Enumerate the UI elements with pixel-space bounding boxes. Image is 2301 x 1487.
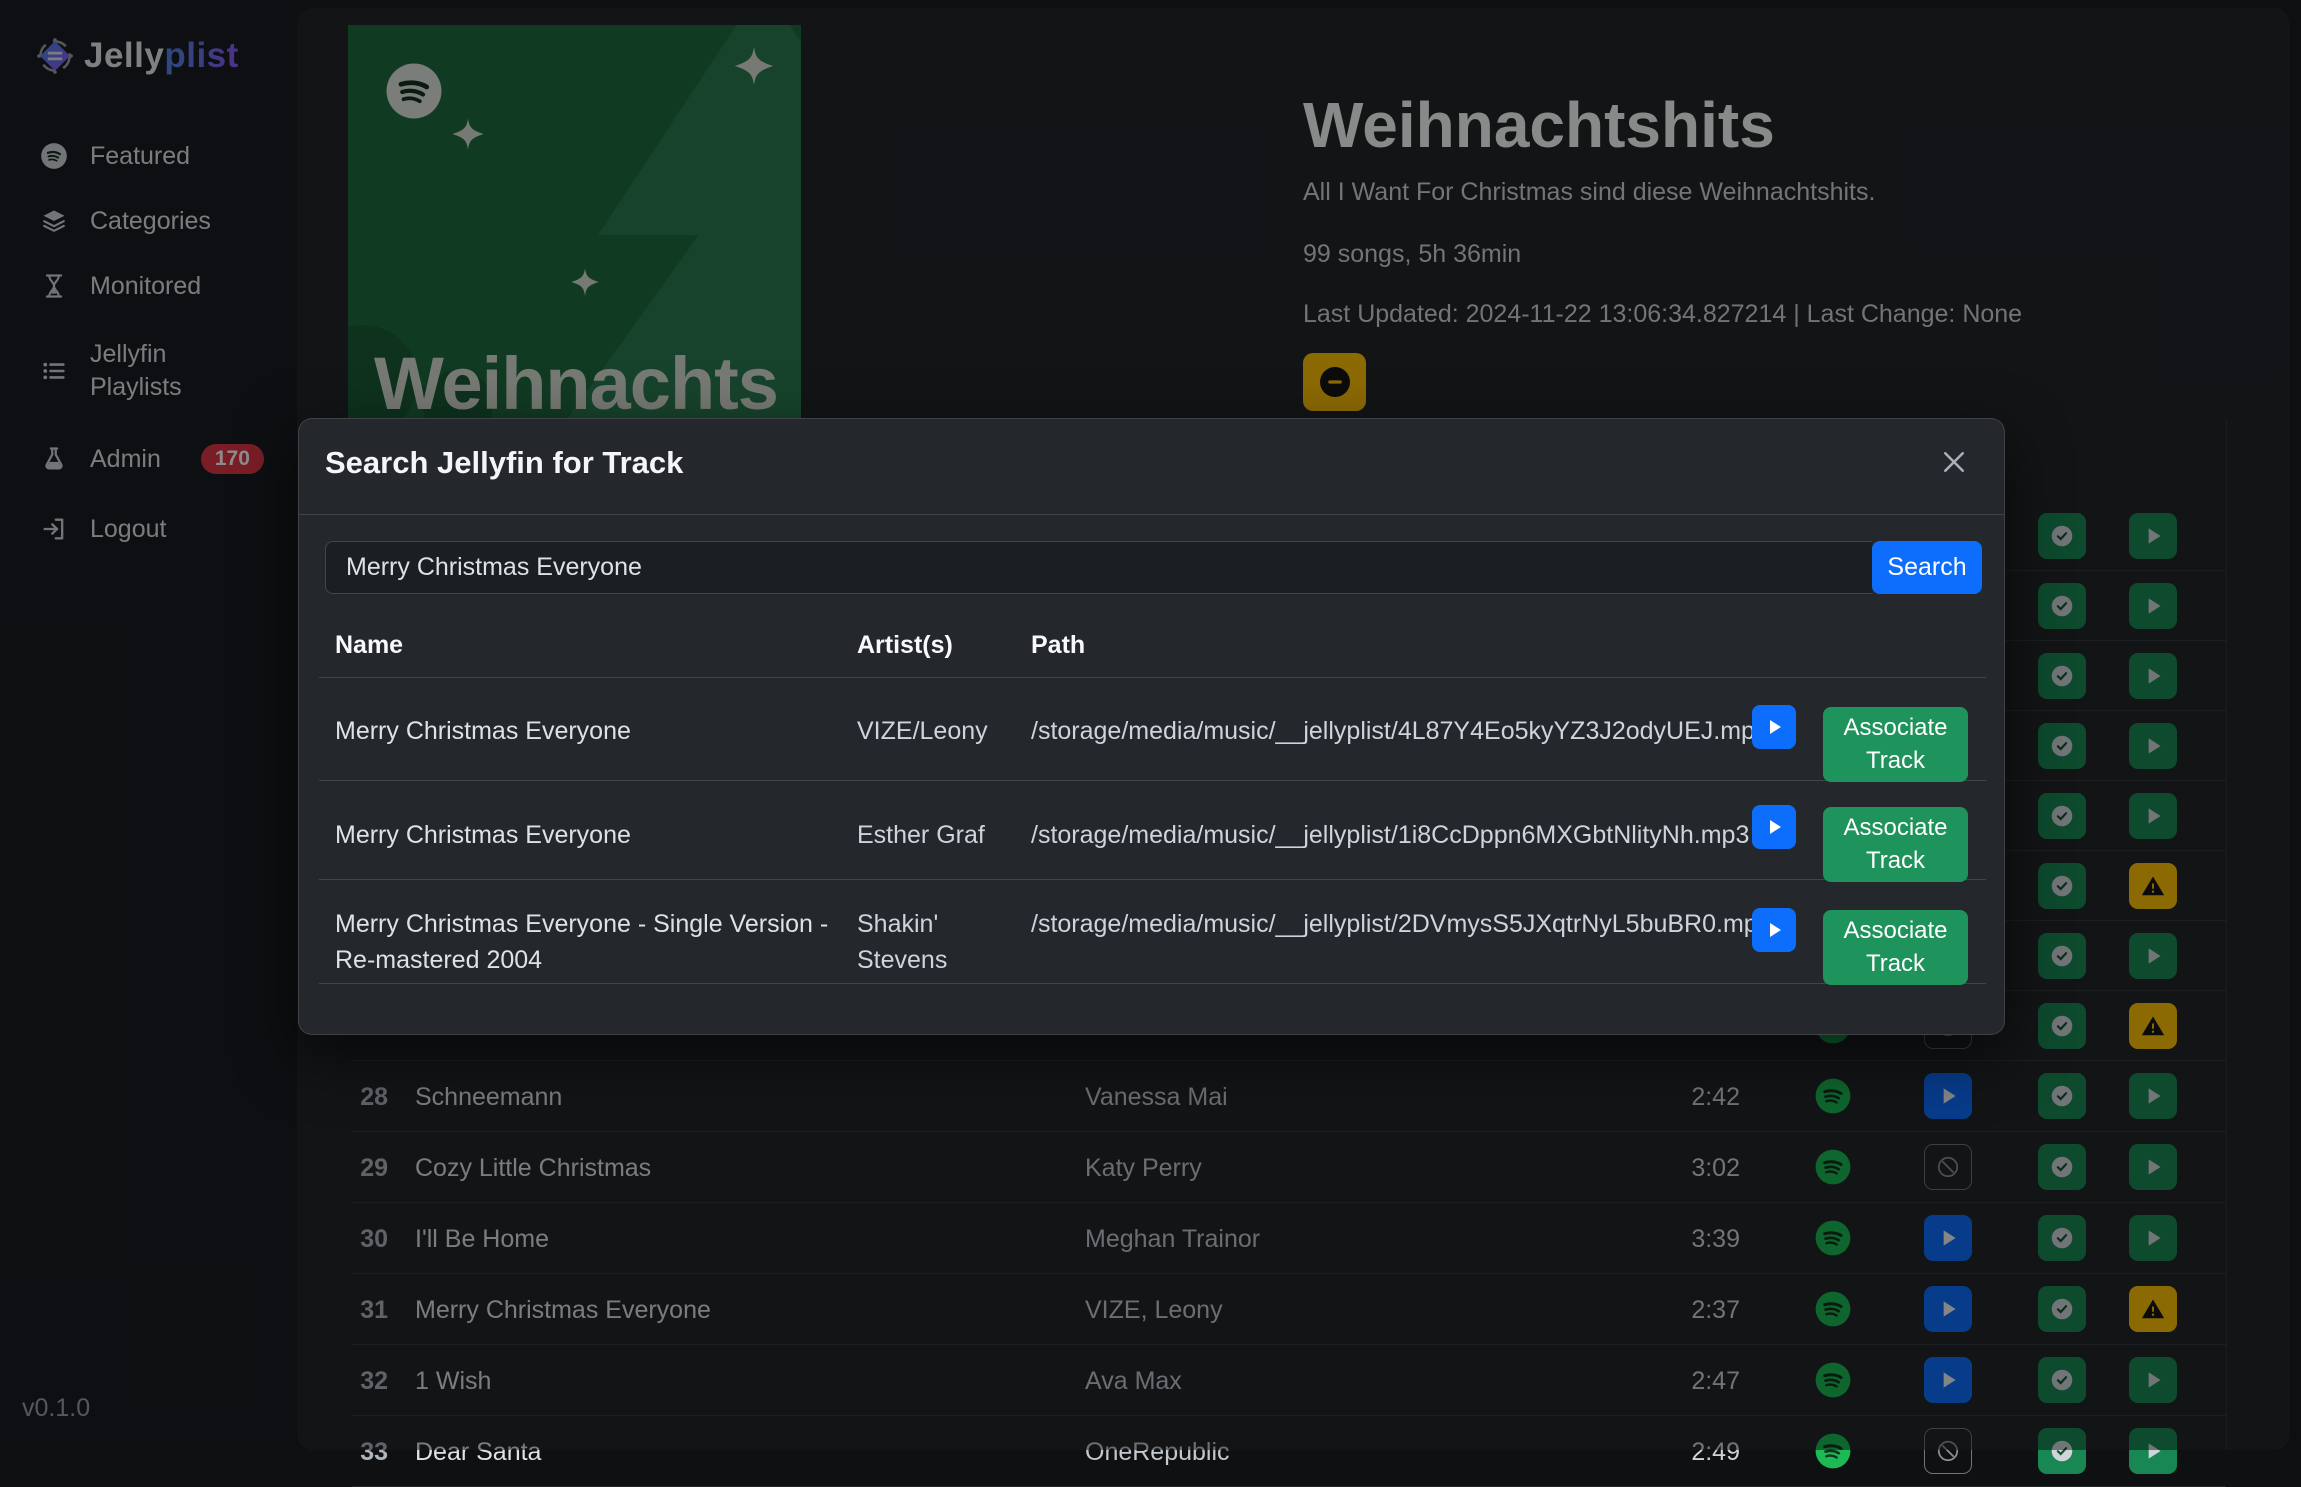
result-name: Merry Christmas Everyone [335,713,835,749]
close-button[interactable] [1934,443,1974,483]
column-header-path: Path [1031,631,1085,660]
result-path: /storage/media/music/__jellyplist/4L87Y4… [1031,713,1769,749]
result-path: /storage/media/music/__jellyplist/2DVmys… [1031,906,1772,942]
search-input[interactable] [325,541,1872,594]
close-icon [1939,447,1969,477]
preview-play-button[interactable] [1752,908,1796,952]
column-header-name: Name [335,631,403,660]
result-artists: VIZE/Leony [857,713,1012,749]
result-artists: Esther Graf [857,817,1012,853]
result-path: /storage/media/music/__jellyplist/1i8CcD… [1031,817,1749,853]
preview-play-button[interactable] [1752,705,1796,749]
column-header-artists: Artist(s) [857,631,953,660]
result-row: Merry Christmas Everyone VIZE/Leony /sto… [319,677,1986,781]
play-icon [1762,715,1786,739]
associate-track-button[interactable]: Associate Track [1823,807,1968,882]
associate-track-button[interactable]: Associate Track [1823,910,1968,985]
associate-track-button[interactable]: Associate Track [1823,707,1968,782]
search-jellyfin-modal: Search Jellyfin for Track Search Name Ar… [298,418,2005,1035]
result-row: Merry Christmas Everyone - Single Versio… [319,880,1986,984]
modal-title: Search Jellyfin for Track [325,445,683,481]
preview-play-button[interactable] [1752,805,1796,849]
search-button[interactable]: Search [1872,541,1982,594]
play-icon [1762,815,1786,839]
result-row: Merry Christmas Everyone Esther Graf /st… [319,781,1986,880]
play-icon [1762,918,1786,942]
modal-header-divider [299,514,2004,515]
result-name: Merry Christmas Everyone - Single Versio… [335,906,835,979]
result-artists: Shakin' Stevens [857,906,1012,979]
result-name: Merry Christmas Everyone [335,817,835,853]
